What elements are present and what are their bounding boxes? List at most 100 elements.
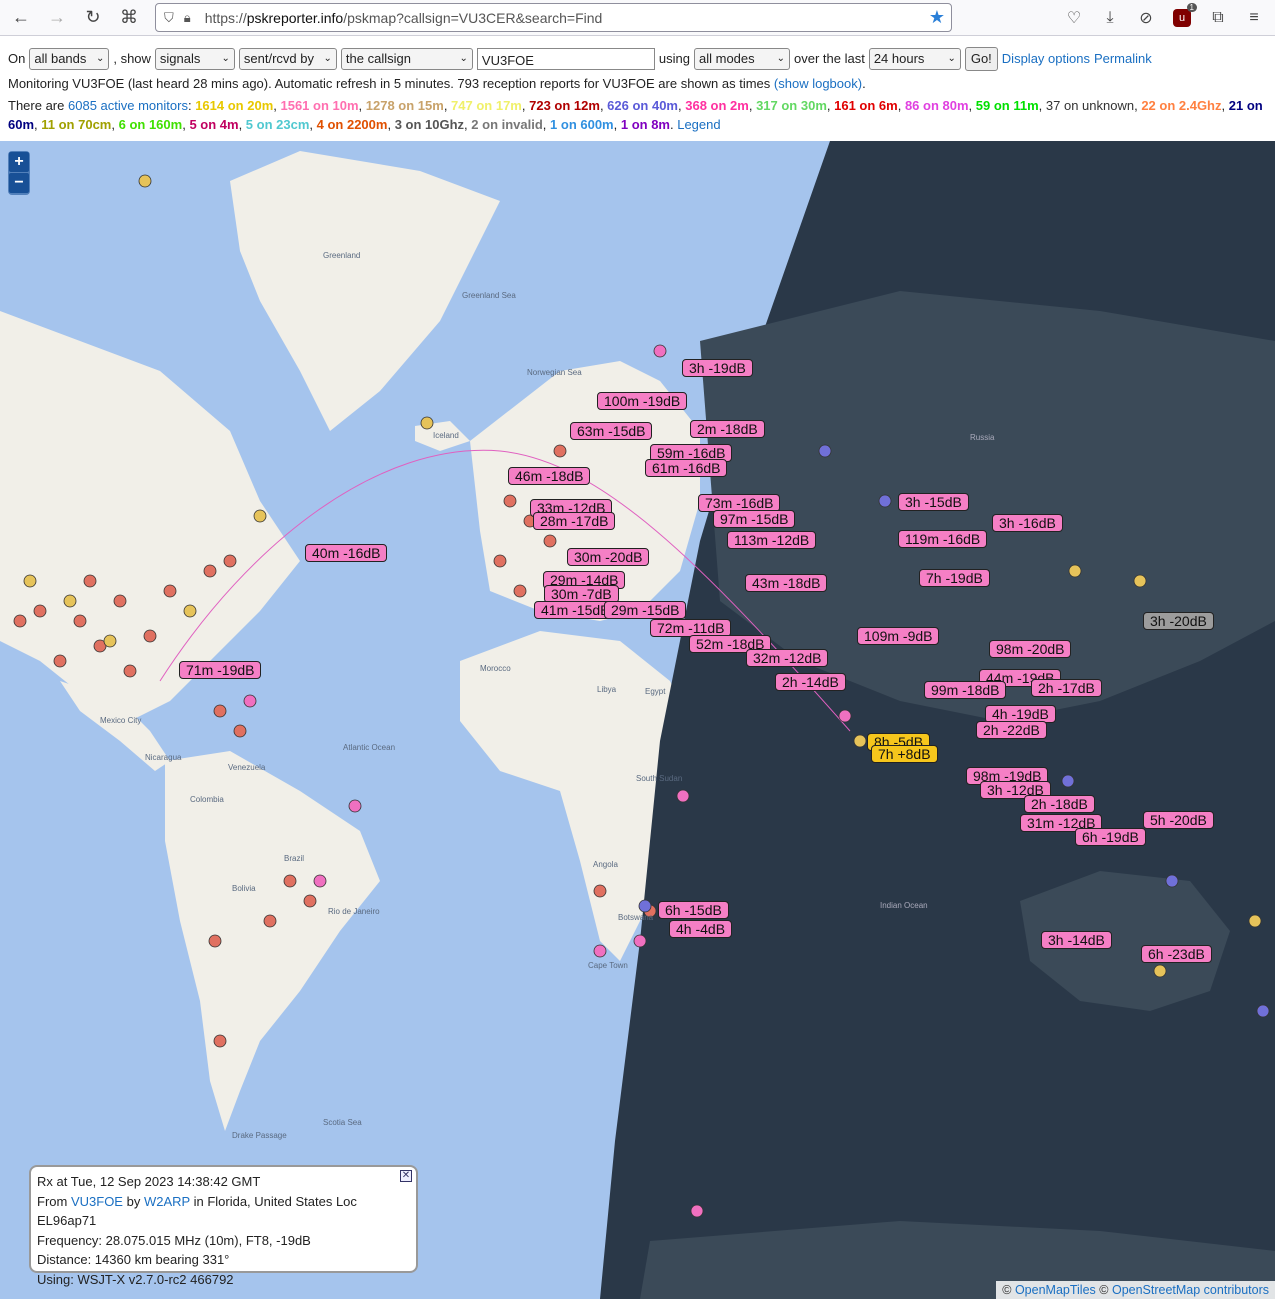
mode-select[interactable]: all modes ⌄ (694, 48, 790, 70)
geo-label: Botswana (618, 913, 654, 922)
report-label[interactable]: 29m -15dB (604, 601, 687, 619)
band-count: 4 on 2200m (316, 117, 388, 132)
band-count: 1 on 600m (550, 117, 614, 132)
geo-label: Libya (597, 685, 617, 694)
tracking-protection-icon[interactable]: ⌘ (114, 3, 144, 33)
report-label[interactable]: 3h -16dB (992, 514, 1063, 532)
report-label[interactable]: 3h -19dB (682, 359, 753, 377)
target-select[interactable]: the callsign ⌄ (340, 48, 473, 70)
pocket-icon[interactable]: ♡ (1059, 3, 1089, 33)
report-label[interactable]: 109m -9dB (857, 627, 940, 645)
display-options-link[interactable]: Display options (1002, 49, 1090, 69)
report-label[interactable]: 7h -19dB (919, 569, 990, 587)
geo-label: Colombia (190, 795, 224, 804)
report-label[interactable]: 5h -20dB (1143, 811, 1214, 829)
report-label[interactable]: 2h -14dB (775, 673, 846, 691)
chevron-down-icon: ⌄ (459, 53, 468, 64)
ublock-icon[interactable]: u1 (1167, 3, 1197, 33)
url-text[interactable]: https://pskreporter.info/pskmap?callsign… (205, 10, 603, 26)
band-select[interactable]: all bands ⌄ (29, 48, 110, 70)
report-label[interactable]: 40m -16dB (305, 544, 388, 562)
chevron-down-icon: ⌄ (776, 53, 785, 64)
report-label[interactable]: 99m -18dB (924, 681, 1007, 699)
chevron-down-icon: ⌄ (323, 53, 332, 64)
report-label[interactable]: 3h -20dB (1143, 612, 1214, 630)
report-label[interactable]: 2m -18dB (690, 420, 765, 438)
report-label[interactable]: 100m -19dB (597, 392, 688, 410)
extensions-icon[interactable]: ⧉ (1203, 3, 1233, 33)
popup-distance: Distance: 14360 km bearing 331° (37, 1252, 230, 1267)
report-label[interactable]: 2h -18dB (1024, 795, 1095, 813)
band-count: 1614 on 20m (195, 98, 274, 113)
zoom-out-button[interactable]: − (9, 173, 29, 193)
report-label[interactable]: 28m -17dB (533, 512, 616, 530)
openmaptiles-link[interactable]: OpenMapTiles (1015, 1283, 1096, 1297)
report-label[interactable]: 2h -22dB (976, 721, 1047, 739)
geo-label: Mexico City (100, 716, 142, 725)
geo-label: Rio de Janeiro (328, 907, 380, 916)
colon: : (187, 98, 192, 113)
report-label[interactable]: 30m -20dB (567, 548, 650, 566)
forward-icon[interactable]: → (42, 3, 72, 33)
report-label[interactable]: 3h -14dB (1041, 931, 1112, 949)
direction-select[interactable]: sent/rcvd by ⌄ (238, 48, 337, 70)
report-label[interactable]: 61m -16dB (645, 459, 728, 477)
go-button[interactable]: Go! (964, 47, 998, 71)
report-label[interactable]: 113m -12dB (727, 531, 817, 549)
popup-software: Using: WSJT-X v2.7.0-rc2 466792 (37, 1271, 234, 1287)
report-label[interactable]: 6h -19dB (1075, 828, 1146, 846)
report-label[interactable]: 32m -12dB (746, 649, 829, 667)
using-label: using (658, 51, 690, 66)
monitoring-text: Monitoring VU3FOE (last heard 28 mins ag… (8, 76, 771, 91)
report-label[interactable]: 98m -20dB (989, 640, 1072, 658)
address-bar[interactable]: ⛉ 🔒︎ https://pskreporter.info/pskmap?cal… (155, 3, 952, 32)
geo-label: South Sudan (636, 774, 683, 783)
report-label[interactable]: 6h -23dB (1141, 945, 1212, 963)
geo-label: Bolivia (232, 884, 256, 893)
callsign-input[interactable]: VU3FOE (476, 48, 655, 70)
shield-icon[interactable]: ⛉ (164, 10, 174, 26)
report-label[interactable]: 63m -15dB (570, 422, 653, 440)
zoom-in-button[interactable]: + (9, 152, 29, 172)
by-callsign-link[interactable]: W2ARP (144, 1194, 190, 1209)
report-label[interactable]: 6h -15dB (658, 901, 729, 919)
geo-label: Greenland Sea (462, 291, 516, 300)
close-icon[interactable]: ✕ (400, 1170, 412, 1182)
menu-icon[interactable]: ≡ (1239, 3, 1269, 33)
band-count: 37 on unknown (1045, 98, 1135, 113)
report-label[interactable]: 97m -15dB (713, 510, 796, 528)
legend-link[interactable]: Legend (677, 117, 720, 132)
reload-icon[interactable]: ↻ (78, 3, 108, 33)
report-label[interactable]: 3h -15dB (898, 493, 969, 511)
show-logbook-link[interactable]: (show logbook) (774, 76, 862, 91)
period-select[interactable]: 24 hours ⌄ (868, 48, 961, 70)
show-label: , show (113, 51, 151, 66)
lock-icon[interactable]: 🔒︎ (184, 10, 191, 26)
report-label[interactable]: 2h -17dB (1031, 679, 1102, 697)
band-count: 1 on 8m (620, 117, 670, 132)
from-callsign-link[interactable]: VU3FOE (71, 1194, 123, 1209)
geo-label: Drake Passage (232, 1131, 287, 1140)
report-label[interactable]: 4h -4dB (669, 920, 733, 938)
reception-map[interactable]: Greenland Greenland Sea Norwegian Sea Ic… (0, 141, 1275, 1299)
band-count: 59 on 11m (975, 98, 1039, 113)
chevron-down-icon: ⌄ (221, 53, 230, 64)
band-count: 6 on 160m (118, 117, 183, 132)
active-monitors-link[interactable]: 6085 active monitors (68, 98, 188, 113)
report-label[interactable]: 119m -16dB (898, 530, 988, 548)
geo-label: Indian Ocean (880, 901, 928, 910)
band-count: 86 on 80m (904, 98, 969, 113)
report-label[interactable]: 46m -18dB (508, 467, 591, 485)
permalink-link[interactable]: Permalink (1094, 49, 1152, 69)
bookmark-star-icon[interactable]: ★ (929, 7, 945, 28)
back-icon[interactable]: ← (6, 3, 36, 33)
report-label[interactable]: 7h +8dB (871, 745, 938, 763)
geo-label: Greenland (323, 251, 361, 260)
openstreetmap-link[interactable]: OpenStreetMap contributors (1112, 1283, 1269, 1297)
extension-blocker-icon[interactable]: ⊘ (1131, 3, 1161, 33)
downloads-icon[interactable]: ⤓ (1095, 3, 1125, 33)
report-label[interactable]: 71m -19dB (179, 661, 262, 679)
report-label[interactable]: 43m -18dB (745, 574, 828, 592)
zoom-control: + − (8, 151, 30, 195)
show-select[interactable]: signals ⌄ (154, 48, 235, 70)
